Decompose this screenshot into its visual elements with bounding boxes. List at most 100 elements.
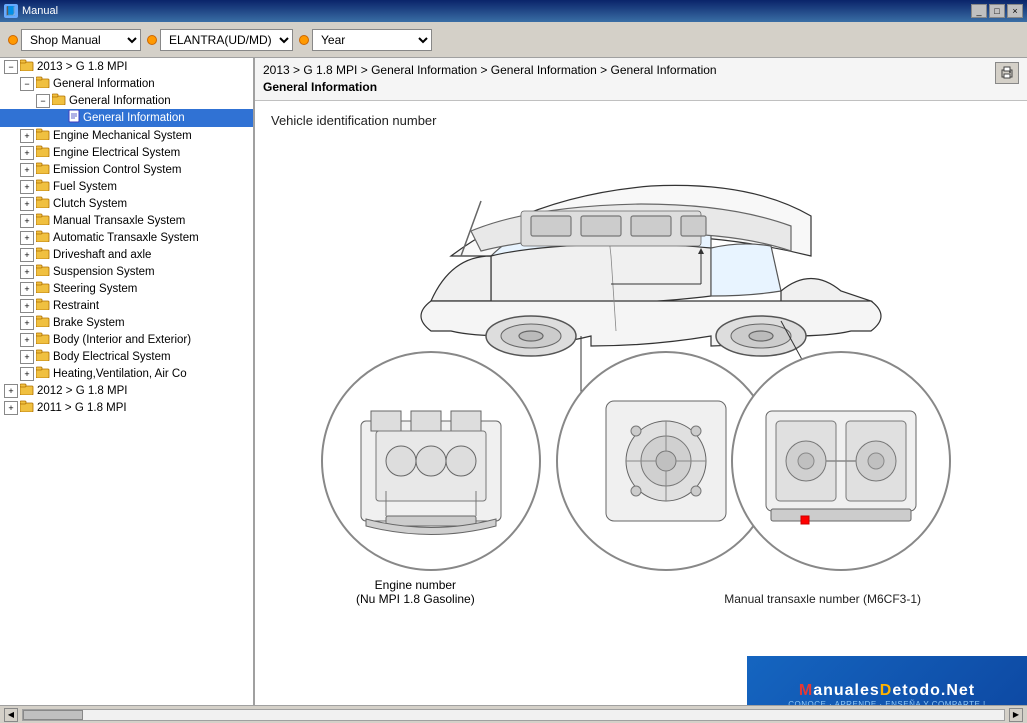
folder-icon-gen-info-2 — [52, 93, 66, 108]
expand-icon-body[interactable]: + — [20, 333, 34, 347]
sidebar-label-gen-info-1: General Information — [53, 78, 155, 90]
sidebar-label-emission: Emission Control System — [53, 164, 181, 176]
folder-icon-body — [36, 332, 50, 347]
print-icon — [1000, 66, 1014, 80]
expand-icon-eng-mech[interactable]: + — [20, 129, 34, 143]
folder-icon-brake — [36, 315, 50, 330]
sidebar-item-gen-info-2[interactable]: − General Information — [0, 92, 253, 109]
expand-icon-eng-elec[interactable]: + — [20, 146, 34, 160]
expand-icon-driveshaft[interactable]: + — [20, 248, 34, 262]
doc-icon-gen-info-3 — [68, 110, 80, 126]
expand-icon-auto-trans[interactable]: + — [20, 231, 34, 245]
bottom-bar: ◀ ▶ — [0, 705, 1027, 723]
sidebar-item-body-elec[interactable]: +Body Electrical System — [0, 348, 253, 365]
watermark-brand: ManualesDetodo.Net — [799, 682, 975, 700]
sidebar-label-body: Body (Interior and Exterior) — [53, 334, 191, 346]
scroll-left-button[interactable]: ◀ — [4, 708, 18, 722]
expand-icon-fuel[interactable]: + — [20, 180, 34, 194]
maximize-button[interactable]: □ — [989, 4, 1005, 18]
sidebar-item-brake[interactable]: + Brake System — [0, 314, 253, 331]
expand-icon-y2011[interactable]: + — [4, 401, 18, 415]
expand-icon-emission[interactable]: + — [20, 163, 34, 177]
sidebar-label-auto-trans: Automatic Transaxle System — [53, 232, 199, 244]
sidebar-label-driveshaft: Driveshaft and axle — [53, 249, 151, 261]
sidebar-item-emission[interactable]: + Emission Control System — [0, 161, 253, 178]
year-select[interactable]: Year 2013 2012 2011 — [312, 29, 432, 51]
breadcrumb: 2013 > G 1.8 MPI > General Information >… — [263, 62, 991, 96]
sidebar[interactable]: −2013 > G 1.8 MPI−General Information−Ge… — [0, 58, 255, 705]
sidebar-label-gen-info-3: General Information — [83, 112, 185, 124]
toolbar: Shop Manual ELANTRA(UD/MD) Year 2013 201… — [0, 22, 1027, 58]
breadcrumb-page-title: General Information — [263, 80, 377, 94]
expand-icon-gen-info-2[interactable]: − — [36, 94, 50, 108]
expand-icon-clutch[interactable]: + — [20, 197, 34, 211]
manual-select[interactable]: Shop Manual — [21, 29, 141, 51]
scroll-right-button[interactable]: ▶ — [1009, 708, 1023, 722]
car-diagram-container: Engine number (Nu MPI 1.8 Gasoline) — [271, 136, 951, 556]
sidebar-item-clutch[interactable]: + Clutch System — [0, 195, 253, 212]
sidebar-label-clutch: Clutch System — [53, 198, 127, 210]
minimize-button[interactable]: _ — [971, 4, 987, 18]
sidebar-label-hvac: Heating,Ventilation, Air Co — [53, 368, 187, 380]
folder-icon-steering — [36, 281, 50, 296]
folder-icon-y2013 — [20, 59, 34, 74]
breadcrumb-bar: 2013 > G 1.8 MPI > General Information >… — [255, 58, 1027, 101]
folder-icon-hvac — [36, 366, 50, 381]
expand-icon-suspension[interactable]: + — [20, 265, 34, 279]
sidebar-label-eng-mech: Engine Mechanical System — [53, 130, 192, 142]
sidebar-item-auto-trans[interactable]: + Automatic Transaxle System — [0, 229, 253, 246]
expand-icon-y2013[interactable]: − — [4, 60, 18, 74]
sidebar-label-y2011: 2011 > G 1.8 MPI — [37, 402, 127, 414]
folder-icon-fuel — [36, 179, 50, 194]
expand-icon-brake[interactable]: + — [20, 316, 34, 330]
sidebar-item-driveshaft[interactable]: + Driveshaft and axle — [0, 246, 253, 263]
expand-icon-restraint[interactable]: + — [20, 299, 34, 313]
folder-icon-y2012 — [20, 383, 34, 398]
year-select-wrapper: Year 2013 2012 2011 — [299, 29, 432, 51]
sidebar-item-gen-info-1[interactable]: − General Information — [0, 75, 253, 92]
model-select[interactable]: ELANTRA(UD/MD) — [160, 29, 293, 51]
manual-select-wrapper: Shop Manual — [8, 29, 141, 51]
sidebar-item-eng-elec[interactable]: +Engine Electrical System — [0, 144, 253, 161]
expand-icon-gen-info-1[interactable]: − — [20, 77, 34, 91]
content-area: 2013 > G 1.8 MPI > General Information >… — [255, 58, 1027, 705]
sidebar-item-suspension[interactable]: +Suspension System — [0, 263, 253, 280]
folder-icon-body-elec — [36, 349, 50, 364]
expand-icon-manual-trans[interactable]: + — [20, 214, 34, 228]
scroll-track[interactable] — [22, 709, 1005, 721]
sidebar-item-y2012[interactable]: +2012 > G 1.8 MPI — [0, 382, 253, 399]
folder-icon-eng-elec — [36, 145, 50, 160]
sidebar-item-y2013[interactable]: −2013 > G 1.8 MPI — [0, 58, 253, 75]
sidebar-item-y2011[interactable]: +2011 > G 1.8 MPI — [0, 399, 253, 416]
transaxle-label: Manual transaxle number (M6CF3-1) — [724, 592, 921, 606]
sidebar-item-gen-info-3[interactable]: General Information — [0, 109, 253, 127]
close-button[interactable]: × — [1007, 4, 1023, 18]
sidebar-label-brake: Brake System — [53, 317, 125, 329]
vin-label-area: Vehicle identification number — [271, 113, 1011, 128]
sidebar-item-hvac[interactable]: + Heating,Ventilation, Air Co — [0, 365, 253, 382]
sidebar-item-body[interactable]: + Body (Interior and Exterior) — [0, 331, 253, 348]
sidebar-item-eng-mech[interactable]: + Engine Mechanical System — [0, 127, 253, 144]
expand-icon-hvac[interactable]: + — [20, 367, 34, 381]
folder-icon-gen-info-1 — [36, 76, 50, 91]
expand-icon-steering[interactable]: + — [20, 282, 34, 296]
content-scroll[interactable]: Vehicle identification number — [255, 101, 1027, 705]
manual-dot — [8, 35, 18, 45]
app-icon: 📘 — [4, 4, 18, 18]
sidebar-item-steering[interactable]: +Steering System — [0, 280, 253, 297]
sidebar-label-gen-info-2: General Information — [69, 95, 171, 107]
folder-icon-auto-trans — [36, 230, 50, 245]
sidebar-item-manual-trans[interactable]: + Manual Transaxle System — [0, 212, 253, 229]
sidebar-item-restraint[interactable]: +Restraint — [0, 297, 253, 314]
window-controls: _ □ × — [971, 4, 1023, 18]
year-dot — [299, 35, 309, 45]
sidebar-label-manual-trans: Manual Transaxle System — [53, 215, 185, 227]
expand-icon-y2012[interactable]: + — [4, 384, 18, 398]
expand-icon-body-elec[interactable]: + — [20, 350, 34, 364]
sidebar-item-fuel[interactable]: +Fuel System — [0, 178, 253, 195]
title-bar: 📘 Manual _ □ × — [0, 0, 1027, 22]
transaxle-detail-svg — [741, 361, 941, 561]
breadcrumb-text: 2013 > G 1.8 MPI > General Information >… — [263, 63, 717, 77]
print-button[interactable] — [995, 62, 1019, 84]
engine-detail-svg — [331, 361, 531, 561]
